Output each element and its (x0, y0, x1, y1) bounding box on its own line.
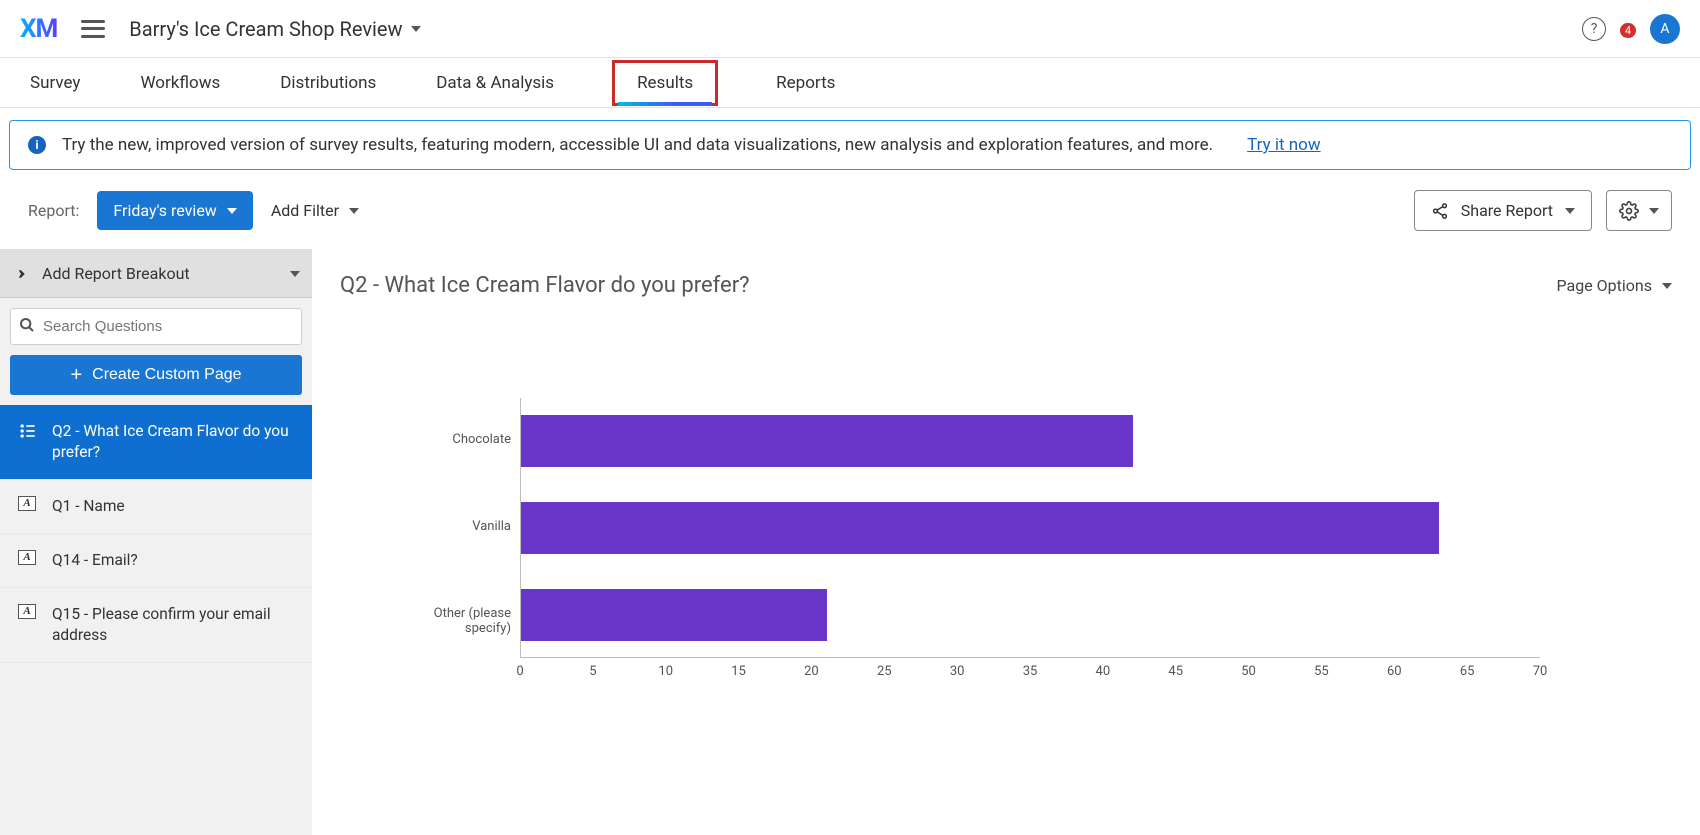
report-select[interactable]: Friday's review (97, 191, 252, 230)
sidebar-item-q14[interactable]: A Q14 - Email? (0, 534, 312, 588)
add-filter-button[interactable]: Add Filter (271, 201, 359, 220)
tab-distributions[interactable]: Distributions (278, 61, 378, 105)
project-title-text: Barry's Ice Cream Shop Review (129, 17, 402, 41)
chart-x-tick: 0 (516, 664, 523, 679)
chart-x-tick: 65 (1460, 664, 1475, 679)
sidebar-item-q1[interactable]: A Q1 - Name (0, 480, 312, 534)
chart-bar (521, 502, 1439, 554)
sidebar-item-label: Q15 - Please confirm your email address (52, 605, 271, 644)
sidebar: Add Report Breakout + Create Custom Page (0, 249, 312, 835)
tabbar: Survey Workflows Distributions Data & An… (0, 58, 1700, 108)
chart-x-tick: 50 (1241, 664, 1256, 679)
chart-x-tick: 5 (589, 664, 596, 679)
chart-x-tick: 45 (1168, 664, 1183, 679)
chart-x-tick: 30 (950, 664, 965, 679)
chevron-down-icon (227, 208, 237, 214)
info-banner-text: Try the new, improved version of survey … (62, 135, 1213, 155)
chevron-down-icon (349, 208, 359, 214)
sidebar-item-label: Q1 - Name (52, 497, 125, 515)
page-title: Q2 - What Ice Cream Flavor do you prefer… (340, 273, 750, 298)
chart-x-tick: 60 (1387, 664, 1402, 679)
info-icon: i (28, 136, 46, 154)
add-report-breakout[interactable]: Add Report Breakout (0, 250, 312, 298)
chart-x-tick: 25 (877, 664, 892, 679)
chart-x-tick: 20 (804, 664, 819, 679)
plus-icon: + (70, 368, 82, 382)
sidebar-item-q15[interactable]: A Q15 - Please confirm your email addres… (0, 588, 312, 663)
text-icon: A (18, 550, 36, 565)
share-icon (1431, 202, 1449, 220)
chart-y-label: Chocolate (401, 432, 511, 448)
chart-x-tick: 10 (658, 664, 673, 679)
info-banner: i Try the new, improved version of surve… (9, 120, 1691, 170)
chevron-down-icon (1662, 283, 1672, 289)
question-type-icon (18, 421, 38, 441)
report-label: Report: (28, 201, 79, 220)
chart-x-tick: 40 (1096, 664, 1111, 679)
create-custom-page-button[interactable]: + Create Custom Page (10, 355, 302, 395)
main-panel: Q2 - What Ice Cream Flavor do you prefer… (312, 249, 1700, 835)
project-title-dropdown[interactable]: Barry's Ice Cream Shop Review (129, 17, 420, 41)
page-options-button[interactable]: Page Options (1557, 276, 1672, 295)
breakout-icon (12, 265, 30, 283)
share-report-label: Share Report (1461, 201, 1553, 220)
gear-icon (1619, 201, 1639, 221)
hamburger-icon[interactable] (81, 20, 105, 38)
tab-reports[interactable]: Reports (774, 61, 837, 105)
tab-workflows[interactable]: Workflows (138, 61, 222, 105)
sidebar-item-label: Q2 - What Ice Cream Flavor do you prefer… (52, 422, 289, 461)
text-icon: A (18, 496, 36, 511)
notification-badge: 4 (1620, 23, 1636, 38)
chart-y-label: Other (please specify) (401, 606, 511, 637)
question-list: Q2 - What Ice Cream Flavor do you prefer… (0, 405, 312, 835)
chart-x-axis: 0510152025303540455055606570 (520, 658, 1540, 688)
page-options-label: Page Options (1557, 276, 1652, 295)
try-it-now-link[interactable]: Try it now (1247, 135, 1320, 155)
chart-bar (521, 415, 1133, 467)
tab-data-analysis[interactable]: Data & Analysis (434, 61, 556, 105)
create-custom-page-label: Create Custom Page (92, 366, 241, 384)
share-report-button[interactable]: Share Report (1414, 190, 1592, 231)
avatar[interactable]: A (1650, 14, 1680, 44)
chevron-down-icon (1649, 208, 1659, 214)
text-icon: A (18, 604, 36, 619)
sidebar-item-label: Q14 - Email? (52, 551, 138, 569)
tab-results[interactable]: Results (612, 60, 718, 106)
search-icon (19, 317, 35, 333)
chart-x-tick: 70 (1533, 664, 1548, 679)
chevron-down-icon (1565, 208, 1575, 214)
body: Add Report Breakout + Create Custom Page (0, 249, 1700, 835)
add-filter-label: Add Filter (271, 201, 339, 220)
chart-x-tick: 55 (1314, 664, 1329, 679)
chart-bar (521, 589, 827, 641)
toolbar: Report: Friday's review Add Filter Share… (0, 170, 1700, 249)
chart-x-tick: 35 (1023, 664, 1038, 679)
chart-plot-area: ChocolateVanillaOther (please specify) (520, 398, 1540, 658)
report-select-value: Friday's review (113, 201, 216, 220)
topbar: XM Barry's Ice Cream Shop Review ? 4 A (0, 0, 1700, 58)
search-input[interactable] (10, 308, 302, 345)
help-icon[interactable]: ? (1582, 17, 1606, 41)
logo[interactable]: XM (20, 14, 57, 44)
tab-survey[interactable]: Survey (28, 61, 82, 105)
chart-x-tick: 15 (731, 664, 746, 679)
chart-y-label: Vanilla (401, 519, 511, 535)
chevron-down-icon (411, 26, 421, 32)
breakout-label: Add Report Breakout (42, 264, 190, 283)
sidebar-item-q2[interactable]: Q2 - What Ice Cream Flavor do you prefer… (0, 405, 312, 480)
chevron-down-icon (290, 271, 300, 277)
settings-button[interactable] (1606, 190, 1672, 231)
chart: ChocolateVanillaOther (please specify) 0… (420, 398, 1540, 688)
